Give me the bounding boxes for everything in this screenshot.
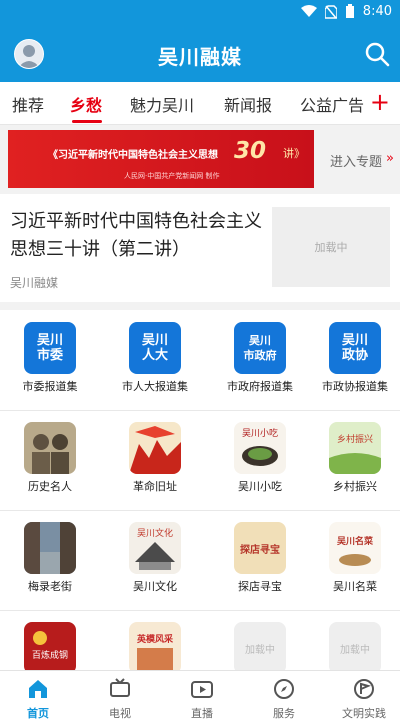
nav-label: 文明实践 [342,707,386,720]
nav-civilization-practice[interactable]: 文明实践 [334,677,394,721]
grid-item-historical-figures[interactable]: 历史名人 [0,410,100,510]
tab-charm-wuchuan[interactable]: 魅力吴川 [130,92,194,116]
status-bar: 8:40 [0,0,400,26]
nav-live[interactable]: 直播 [172,677,232,721]
add-channel-icon[interactable]: + [370,88,390,116]
home-icon [29,680,47,698]
grid-item-label: 梅录老街 [28,580,72,593]
active-tab-indicator [72,120,102,123]
channel-tabs: 推荐 乡愁 魅力吴川 新闻报 公益广告 + [0,82,400,125]
battery-icon [345,4,354,18]
nav-label: 服务 [273,707,295,720]
model-heroes-tile-text: 英模风采 [136,633,173,645]
grid-item-label: 吴川文化 [133,580,177,593]
grid-item-label: 市政府报道集 [227,380,293,393]
banner-number: 30 [234,138,267,164]
nav-tv[interactable]: 电视 [90,677,150,721]
grid-item-label: 乡村振兴 [333,480,377,493]
nav-label: 电视 [109,707,131,720]
grid-item-npc[interactable]: 吴川 人大 市人大报道集 [105,310,205,410]
live-video-icon [191,681,213,698]
historical-figures-image [24,422,76,474]
grid-item-label: 市人大报道集 [122,380,188,393]
city-party-logo: 吴川 市委 [24,322,76,374]
meilu-street-image [24,522,76,574]
nav-label: 直播 [191,707,213,720]
grid-item-label: 市政协报道集 [322,380,388,393]
article-source: 吴川融媒 [10,276,59,290]
tempered-steel-tile-text: 百炼成钢 [32,649,68,661]
culture-tile-text: 吴川文化 [137,527,173,539]
shop-treasure-image: 探店寻宝 [234,522,286,574]
enter-topic-link[interactable]: 进入专题 [330,151,382,170]
nav-label: 首页 [27,707,49,720]
chevron-right-icon[interactable]: » [386,151,394,166]
grid-item-label: 吴川名菜 [333,580,377,593]
tempered-steel-image: 百炼成钢 [24,622,76,674]
tab-public-ads[interactable]: 公益广告 [300,92,364,116]
loading-placeholder: 加载中 [234,622,286,674]
grid-item-city-party[interactable]: 吴川 市委 市委报道集 [0,310,100,410]
grid-item-culture[interactable]: 吴川文化 吴川文化 [105,510,205,610]
app-bar: 吴川融媒 [0,26,400,82]
nav-services[interactable]: 服务 [254,677,314,721]
grid-item-government[interactable]: 吴川 市政府 市政府报道集 [210,310,310,410]
grid-item-revolutionary-sites[interactable]: 革命旧址 [105,410,205,510]
snacks-image: 吴川小吃 [234,422,286,474]
tab-nostalgia[interactable]: 乡愁 [70,92,102,116]
grid-item-label: 市委报道集 [22,380,78,393]
topic-banner[interactable]: 《习近平新时代中国特色社会主义思想 30 讲》 人民网·中国共产党新闻网 制作 [8,130,314,188]
famous-dishes-image: 吴川名菜 [329,522,381,574]
culture-image: 吴川文化 [129,522,181,574]
tab-recommend[interactable]: 推荐 [12,92,44,116]
flag-badge-icon [354,679,374,699]
bottom-nav: 首页 电视 直播 服务 文明实践 [0,670,400,727]
tv-icon [110,678,130,697]
article-thumbnail: 加载中 [272,207,390,287]
grid-item-label: 历史名人 [28,480,72,493]
category-grid: 吴川 市委 市委报道集 吴川 人大 市人大报道集 吴川 市政府 市政府报道集 吴… [0,310,400,674]
grid-item-famous-dishes[interactable]: 吴川名菜 吴川名菜 [305,510,400,610]
grid-item-rural-revitalization[interactable]: 乡村振兴 乡村振兴 [305,410,400,510]
banner-credit: 人民网·中国共产党新闻网 制作 [124,172,220,180]
banner-title: 《习近平新时代中国特色社会主义思想 [48,150,218,161]
shop-treasure-tile-text: 探店寻宝 [240,543,280,556]
grid-item-label: 探店寻宝 [238,580,282,593]
nav-home[interactable]: 首页 [8,677,68,721]
revolutionary-sites-image [129,422,181,474]
cppcc-logo: 吴川 政协 [329,322,381,374]
grid-item-cppcc[interactable]: 吴川 政协 市政协报道集 [305,310,400,410]
app-title: 吴川融媒 [158,45,242,69]
tab-news[interactable]: 新闻报 [224,92,272,116]
grid-item-label: 革命旧址 [133,480,177,493]
compass-icon [274,679,294,699]
grid-item-shop-treasure[interactable]: 探店寻宝 探店寻宝 [210,510,310,610]
npc-logo: 吴川 人大 [129,322,181,374]
banner-suffix: 讲》 [283,147,305,160]
famous-dishes-tile-text: 吴川名菜 [337,535,374,547]
grid-item-label: 吴川小吃 [238,480,282,493]
status-time: 8:40 [362,4,392,19]
government-logo: 吴川 市政府 [234,322,286,374]
rural-tile-text: 乡村振兴 [337,433,373,445]
snacks-tile-text: 吴川小吃 [242,427,278,439]
article-card[interactable]: 习近平新时代中国特色社会主义思想三十讲（第二讲） 吴川融媒 加载中 [0,194,400,302]
rural-revitalization-image: 乡村振兴 [329,422,381,474]
wifi-icon [300,5,317,17]
search-icon[interactable] [364,41,390,67]
grid-item-meilu-street[interactable]: 梅录老街 [0,510,100,610]
loading-placeholder: 加载中 [329,622,381,674]
article-headline: 习近平新时代中国特色社会主义思想三十讲（第二讲） [10,211,262,260]
no-sim-icon [324,4,337,19]
grid-item-snacks[interactable]: 吴川小吃 吴川小吃 [210,410,310,510]
model-heroes-image: 英模风采 [129,622,181,674]
